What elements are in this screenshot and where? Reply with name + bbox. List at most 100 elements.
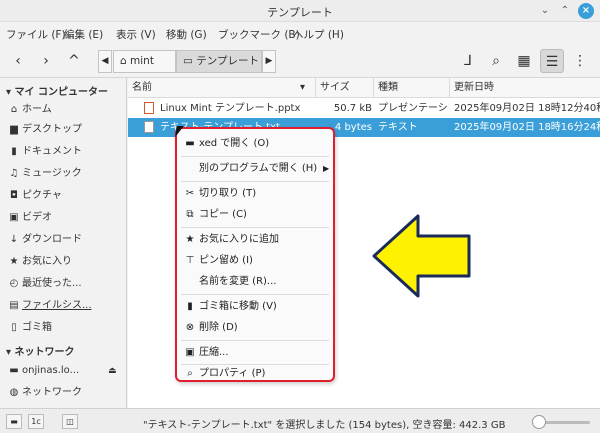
sidebar: ▾ マイ コンピューター ⌂ ホーム ▆ デスクトップ ▮ ドキュメント ♫ ミュージッ… — [0, 78, 127, 408]
context-rename[interactable]: 名前を変更 (R)... — [177, 272, 333, 291]
maximize-icon[interactable]: ⌃ — [557, 3, 573, 19]
tree-toggle-icon[interactable]: 1c — [28, 414, 44, 429]
breadcrumb-right-arrow[interactable]: ▶ — [262, 50, 276, 73]
text-file-icon — [144, 121, 154, 133]
breadcrumb-home[interactable]: ⌂ mint — [113, 50, 176, 73]
document-icon: ▮ — [11, 146, 17, 157]
menu-help[interactable]: ヘルプ (H) — [293, 27, 344, 42]
sidebar-item-home[interactable]: ⌂ ホーム — [0, 100, 126, 120]
window-title: テンプレート — [267, 6, 333, 19]
table-row[interactable]: Linux Mint テンプレート.pptx 50.7 kB プレゼンテーション… — [128, 99, 600, 118]
menu-file[interactable]: ファイル (F) — [6, 27, 66, 42]
star-icon: ★ — [185, 234, 195, 245]
context-move-to-trash[interactable]: ▮ ゴミ箱に移動 (V) — [177, 297, 333, 316]
title-bar: テンプレート ⌄ ⌃ × — [0, 0, 600, 22]
file-modified: 2025年09月02日 18時12分40秒 — [454, 103, 600, 114]
places-toggle-icon[interactable]: ▬ — [6, 414, 22, 429]
pin-icon: ⊤ — [185, 255, 195, 266]
breadcrumb-current[interactable]: ▭ テンプレート — [176, 50, 262, 73]
sidebar-toggle-icon[interactable]: ◫ — [62, 414, 78, 429]
column-type[interactable]: 種類 — [374, 78, 450, 98]
sidebar-item-pictures[interactable]: ◘ ピクチャ — [0, 186, 126, 206]
context-properties[interactable]: ⌕ プロパティ (P) — [177, 364, 333, 383]
sidebar-item-downloads[interactable]: ↓ ダウンロード — [0, 230, 126, 250]
folder-open-icon: ▬ — [185, 138, 195, 149]
forward-icon[interactable]: › — [34, 49, 58, 73]
home-icon: ⌂ — [10, 104, 18, 115]
folder-icon: ▭ — [183, 55, 193, 67]
delete-icon: ⊗ — [185, 322, 195, 333]
search-icon[interactable]: ⌕ — [484, 49, 508, 73]
network-icon: ◍ — [9, 387, 19, 398]
menu-view[interactable]: 表示 (V) — [116, 27, 156, 42]
sidebar-item-desktop[interactable]: ▆ デスクトップ — [0, 120, 126, 140]
sidebar-item-nas[interactable]: ▬ onjinas.lo... ⏏ — [0, 361, 126, 381]
column-size[interactable]: サイズ — [316, 78, 374, 98]
sidebar-item-music[interactable]: ♫ ミュージック — [0, 164, 126, 184]
close-icon[interactable]: × — [578, 3, 594, 19]
context-add-favorite[interactable]: ★ お気に入りに追加 — [177, 230, 333, 249]
context-menu: ▬ xed で開く (O) 別のプログラムで開く (H) ▶ ✂ 切り取り (T) ⧉… — [175, 127, 335, 382]
terminal-icon[interactable]: ⅃ — [456, 49, 480, 73]
up-icon[interactable]: ^ — [62, 49, 86, 73]
yellow-arrow-icon — [372, 214, 471, 298]
compact-view-icon[interactable]: ⋮ — [568, 49, 592, 73]
context-compress[interactable]: ▣ 圧縮... — [177, 343, 333, 362]
cut-icon: ✂ — [185, 188, 195, 199]
toolbar: ‹ › ^ ◀ ⌂ mint ▭ テンプレート ▶ ⅃ ⌕ ▦ ☰ ⋮ — [0, 44, 600, 78]
sidebar-item-trash[interactable]: ▯ ゴミ箱 — [0, 318, 126, 338]
status-bar: ▬ 1c ◫ "テキスト-テンプレート.txt" を選択しました (154 by… — [0, 408, 600, 433]
drive-icon: ▤ — [9, 300, 19, 311]
context-cut[interactable]: ✂ 切り取り (T) — [177, 184, 333, 203]
menu-bookmarks[interactable]: ブックマーク (B) — [218, 27, 300, 42]
context-copy[interactable]: ⧉ コピー (C) — [177, 205, 333, 224]
sidebar-item-filesystem[interactable]: ▤ ファイルシス... — [0, 296, 126, 316]
desktop-icon: ▆ — [10, 124, 18, 135]
sidebar-section-network[interactable]: ▾ ネットワーク — [6, 343, 75, 358]
trash-icon: ▮ — [187, 301, 193, 312]
menu-separator — [181, 294, 329, 295]
properties-icon: ⌕ — [187, 368, 193, 379]
file-type: プレゼンテーション — [378, 103, 448, 114]
file-manager-window: テンプレート ⌄ ⌃ × ファイル (F) 編集 (E) 表示 (V) 移動 (… — [0, 0, 600, 433]
menu-separator — [181, 181, 329, 182]
sidebar-section-computer[interactable]: ▾ マイ コンピューター — [6, 83, 108, 98]
file-type: テキスト — [378, 122, 418, 133]
sidebar-item-favorites[interactable]: ★ お気に入り — [0, 252, 126, 272]
recent-icon: ◴ — [9, 278, 19, 289]
column-name[interactable]: 名前 ▾ — [128, 78, 316, 98]
sidebar-item-recent[interactable]: ◴ 最近使った... — [0, 274, 126, 294]
status-text: "テキスト-テンプレート.txt" を選択しました (154 bytes), 空… — [143, 420, 506, 431]
context-open-xed[interactable]: ▬ xed で開く (O) — [177, 134, 333, 153]
sort-down-icon: ▾ — [300, 82, 306, 93]
menu-go[interactable]: 移動 (G) — [166, 27, 207, 42]
eject-icon[interactable]: ⏏ — [108, 361, 117, 381]
context-open-with[interactable]: 別のプログラムで開く (H) ▶ — [177, 159, 333, 178]
video-icon: ▣ — [9, 212, 19, 223]
context-pin[interactable]: ⊤ ピン留め (I) — [177, 251, 333, 270]
sidebar-item-videos[interactable]: ▣ ビデオ — [0, 208, 126, 228]
breadcrumb-label: テンプレート — [196, 55, 259, 67]
icon-view-icon[interactable]: ▦ — [512, 49, 536, 73]
breadcrumb-left-arrow[interactable]: ◀ — [98, 50, 112, 73]
list-view-icon[interactable]: ☰ — [540, 49, 564, 73]
file-modified: 2025年09月02日 18時16分24秒 — [454, 122, 600, 133]
sidebar-item-network[interactable]: ◍ ネットワーク — [0, 383, 126, 403]
trash-icon: ▯ — [11, 322, 17, 333]
camera-icon: ◘ — [10, 190, 18, 201]
presentation-file-icon — [144, 102, 154, 114]
sidebar-item-documents[interactable]: ▮ ドキュメント — [0, 142, 126, 162]
home-icon: ⌂ — [120, 55, 127, 67]
music-icon: ♫ — [9, 168, 19, 179]
folder-icon: ▬ — [9, 365, 19, 376]
context-delete[interactable]: ⊗ 削除 (D) — [177, 318, 333, 337]
back-icon[interactable]: ‹ — [6, 49, 30, 73]
menu-separator — [181, 227, 329, 228]
breadcrumb-label: mint — [130, 55, 154, 67]
star-icon: ★ — [9, 256, 19, 267]
zoom-slider-handle[interactable] — [532, 415, 546, 429]
column-header: 名前 ▾ サイズ 種類 更新日時 — [128, 78, 600, 98]
minimize-icon[interactable]: ⌄ — [537, 3, 553, 19]
column-modified[interactable]: 更新日時 — [450, 78, 600, 98]
menu-edit[interactable]: 編集 (E) — [64, 27, 103, 42]
